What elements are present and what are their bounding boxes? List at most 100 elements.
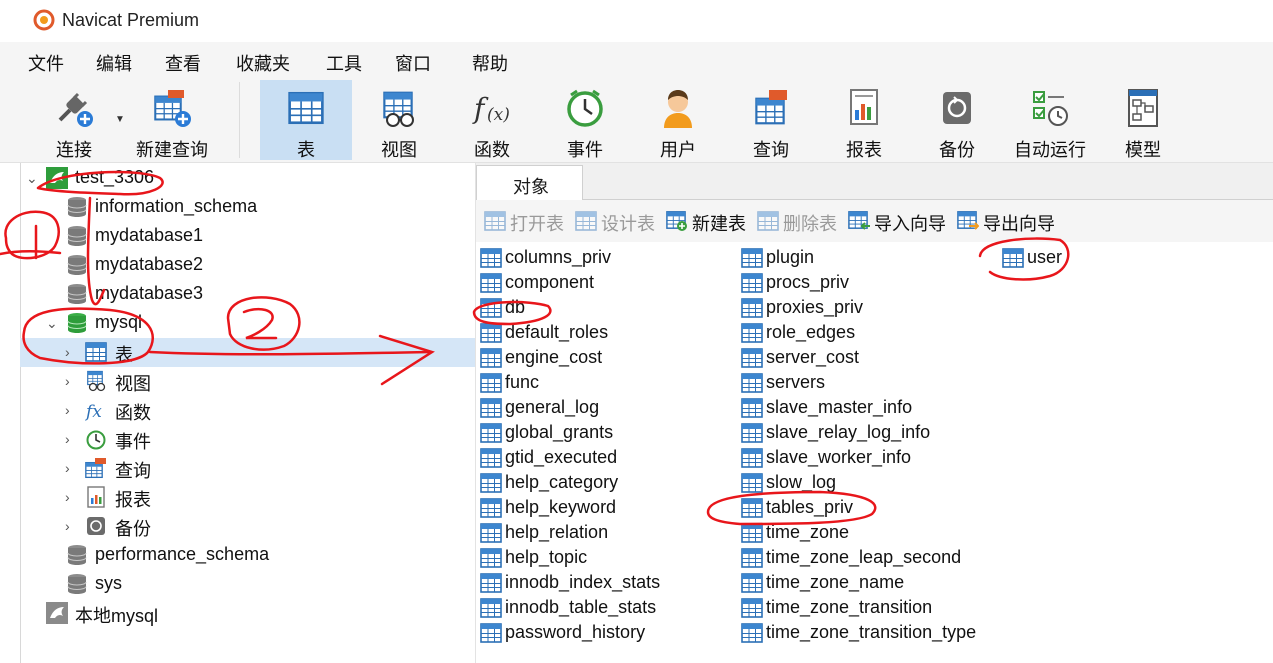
table-item-label: time_zone_transition_type [766,622,977,642]
event-button[interactable]: 事件 [539,80,631,160]
tab-objects[interactable]: 对象 [476,165,583,200]
report-icon [850,89,878,125]
table-icon [480,497,502,519]
menu-view[interactable]: 查看 [165,50,201,76]
menu-favorites[interactable]: 收藏夹 [236,50,290,76]
tree-connection-local-mysql[interactable]: 本地mysql [20,599,475,628]
user-label: 用户 [660,140,696,160]
tree-label: 报表 [115,490,151,510]
menu-tools[interactable]: 工具 [326,50,362,76]
table-item-label: innodb_table_stats [505,597,657,617]
open-table-label: 打开表 [510,214,564,234]
report-label: 报表 [846,140,882,160]
model-button[interactable]: 模型 [1097,80,1189,160]
menu-edit[interactable]: 编辑 [96,50,132,76]
chevron-right-icon[interactable]: › [65,373,77,389]
table-button[interactable]: 表 [260,80,352,160]
pane-splitter[interactable] [0,163,21,663]
table-item-label: time_zone_leap_second [766,547,962,567]
tree-database-sys[interactable]: sys [20,570,475,599]
tree-node-functions[interactable]: › fx 函数 [20,396,475,425]
table-icon [741,572,763,594]
chevron-right-icon[interactable]: › [65,489,77,505]
view-button[interactable]: 视图 [353,80,445,160]
tree-database-information-schema[interactable]: information_schema [20,193,475,222]
user-button[interactable]: 用户 [632,80,724,160]
connection-label: 连接 [56,140,92,160]
report-button[interactable]: 报表 [818,80,910,160]
database-icon [66,225,88,247]
backup-button[interactable]: 备份 [911,80,1003,160]
query-button[interactable]: 查询 [725,80,817,160]
menu-file[interactable]: 文件 [28,50,64,76]
tree-node-tables[interactable]: › 表 [20,338,475,367]
tree-label: 事件 [115,432,151,452]
chevron-right-icon[interactable]: › [65,402,77,418]
menu-help[interactable]: 帮助 [472,50,508,76]
tree-database-performance-schema[interactable]: performance_schema [20,541,475,570]
table-item-label: innodb_index_stats [505,572,661,592]
table-item-label: help_topic [505,547,588,567]
table-item-label: slow_log [766,472,837,492]
delete-table-icon [757,210,779,232]
model-icon [1128,89,1158,127]
menu-bar: 文件 编辑 查看 收藏夹 工具 窗口 帮助 [0,42,1273,78]
table-icon [741,322,763,344]
chevron-right-icon[interactable]: › [65,344,77,360]
tree-database-mydatabase3[interactable]: mydatabase3 [20,280,475,309]
table-item-label: columns_priv [505,247,612,267]
connection-dropdown-arrow-icon[interactable]: ▼ [115,114,125,125]
connection-dolphin-icon [46,167,68,189]
import-wizard-icon [848,211,870,230]
table-item-label: gtid_executed [505,447,618,467]
table-item-label: tables_priv [766,497,854,517]
table-icon [480,347,502,369]
chevron-down-icon[interactable]: ⌄ [46,315,58,331]
function-button[interactable]: f (x) 函数 [446,80,538,160]
query-icon [755,90,787,125]
table-item-label: time_zone_transition [766,597,933,617]
menu-window[interactable]: 窗口 [395,50,431,76]
function-icon: fx [85,402,102,421]
tree-database-mydatabase2[interactable]: mydatabase2 [20,251,475,280]
new-query-button[interactable]: 新建查询 [126,80,218,160]
tree-database-mydatabase1[interactable]: mydatabase1 [20,222,475,251]
design-table-icon [575,210,597,232]
table-icon [741,372,763,394]
table-icon [480,372,502,394]
table-icon [288,91,324,125]
chevron-down-icon[interactable]: ⌄ [26,170,38,186]
chevron-right-icon[interactable]: › [65,518,77,534]
new-query-label: 新建查询 [136,140,208,160]
table-item-label: db [505,297,526,317]
tree-label: information_schema [95,196,258,216]
table-icon [480,472,502,494]
event-label: 事件 [567,140,603,160]
object-tabs: 对象 [476,163,1273,200]
function-label: 函数 [474,140,510,160]
tree-node-views[interactable]: › 视图 [20,367,475,396]
chevron-right-icon[interactable]: › [65,431,77,447]
tree-node-events[interactable]: › 事件 [20,425,475,454]
backup-icon [943,92,971,124]
table-icon [741,347,763,369]
tree-connection-test-3306[interactable]: ⌄ test_3306 [20,164,475,193]
table-icon [480,622,502,644]
tree-node-reports[interactable]: › 报表 [20,483,475,512]
table-item-label: servers [766,372,826,392]
tree-node-queries[interactable]: › 查询 [20,454,475,483]
tree-label: 本地mysql [75,606,159,626]
tree-label: mysql [95,312,143,332]
tree-node-backups[interactable]: › 备份 [20,512,475,541]
model-label: 模型 [1125,140,1161,160]
tree-label: test_3306 [75,167,155,187]
table-icon [741,272,763,294]
automation-button[interactable]: 自动运行 [1004,80,1096,160]
chevron-right-icon[interactable]: › [65,460,77,476]
connection-button[interactable]: 连接 [28,80,120,160]
table-icon [741,522,763,544]
tree-label: 函数 [115,403,151,423]
tree-database-mysql[interactable]: ⌄ mysql [20,309,475,338]
table-item-label: procs_priv [766,272,850,292]
table-item-label: server_cost [766,347,860,367]
